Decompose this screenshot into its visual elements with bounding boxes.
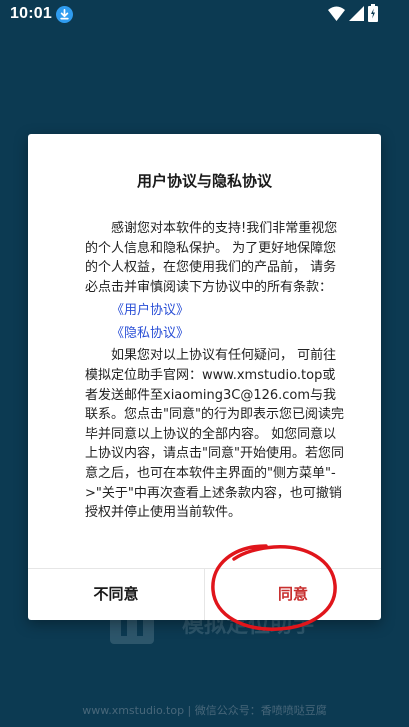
agreement-dialog: 用户协议与隐私协议 感谢您对本软件的支持!我们非常重视您的个人信息和隐私保护。 … bbox=[28, 134, 381, 620]
footer-text: www.xmstudio.top | 微信公众号：香喷喷哒豆腐 bbox=[82, 704, 327, 717]
user-agreement-link[interactable]: 《用户协议》 bbox=[85, 299, 347, 322]
battery-icon bbox=[368, 4, 378, 22]
disagree-button[interactable]: 不同意 bbox=[28, 569, 204, 620]
privacy-agreement-link[interactable]: 《隐私协议》 bbox=[85, 322, 347, 345]
dialog-title: 用户协议与隐私协议 bbox=[136, 172, 272, 190]
wifi-icon bbox=[328, 6, 345, 21]
intro-paragraph: 感谢您对本软件的支持!我们非常重视您的个人信息和隐私保护。 为了更好地保障您的个… bbox=[85, 221, 338, 295]
details-paragraph: 如果您对以上协议有任何疑问， 可前往模拟定位助手官网：www.xmstudio.… bbox=[85, 348, 344, 521]
status-time: 10:01 bbox=[10, 5, 52, 22]
signal-icon bbox=[349, 6, 364, 21]
dialog-body: 感谢您对本软件的支持!我们非常重视您的个人信息和隐私保护。 为了更好地保障您的个… bbox=[85, 219, 347, 523]
agree-button[interactable]: 同意 bbox=[205, 569, 381, 620]
download-icon bbox=[56, 6, 73, 23]
status-bar: 10:01 bbox=[0, 0, 409, 30]
